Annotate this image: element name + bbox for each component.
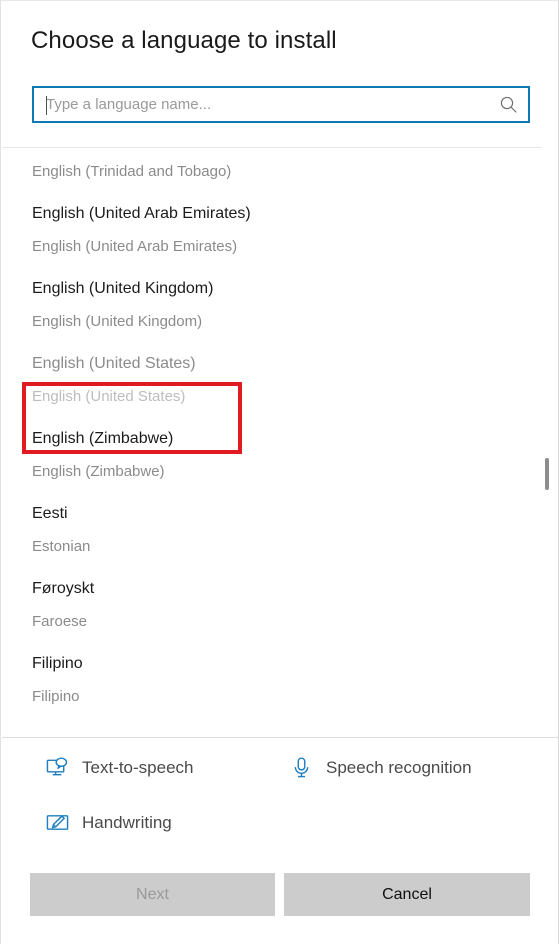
language-list-inner: English (Trinidad and Tobago) English (T…	[2, 148, 542, 722]
list-item-native-name: Føroyskt	[32, 580, 95, 597]
search-icon[interactable]	[499, 95, 519, 115]
list-item-english-name: English (Zimbabwe)	[32, 463, 165, 480]
list-item[interactable]: English (United Arab Emirates) English (…	[2, 197, 542, 272]
list-item[interactable]: Eesti Estonian	[2, 497, 542, 572]
list-item-english-name: Filipino	[32, 688, 80, 705]
list-item-native-name: English (Zimbabwe)	[32, 430, 174, 447]
list-item-english-name: Faroese	[32, 613, 88, 630]
list-item-native-name: Filipino	[32, 655, 83, 672]
language-list[interactable]: English (Trinidad and Tobago) English (T…	[2, 147, 542, 736]
list-item-native-name: English (United States)	[32, 355, 196, 372]
list-item-native-name: English (United Kingdom)	[32, 280, 214, 297]
feature-handwriting: Handwriting	[46, 811, 172, 834]
list-item-native-name: English (Trinidad and Tobago)	[32, 148, 542, 156]
list-item-english-name: English (Trinidad and Tobago)	[32, 163, 232, 180]
language-features-panel: Text-to-speech Speech recognition Handwr…	[2, 737, 558, 859]
text-caret	[46, 96, 47, 115]
cancel-button[interactable]: Cancel	[284, 873, 530, 916]
list-item-english-united-states: English (United States) English (United …	[2, 347, 542, 422]
feature-label: Speech recognition	[326, 757, 472, 777]
feature-speech-recognition: Speech recognition	[290, 756, 472, 779]
list-item-english-name: English (United Arab Emirates)	[32, 238, 238, 255]
feature-label: Handwriting	[82, 812, 172, 832]
list-item-english-name: Estonian	[32, 538, 91, 555]
next-button[interactable]: Next	[30, 873, 275, 916]
page-title: Choose a language to install	[31, 27, 337, 54]
list-scrollbar-track[interactable]	[545, 148, 554, 736]
choose-language-dialog: Choose a language to install English (Tr…	[0, 0, 559, 944]
feature-text-to-speech: Text-to-speech	[46, 756, 194, 779]
list-item[interactable]: English (Zimbabwe) English (Zimbabwe)	[2, 422, 542, 497]
list-scrollbar-thumb[interactable]	[545, 458, 549, 490]
handwriting-pen-icon	[46, 815, 69, 830]
list-item[interactable]: English (Trinidad and Tobago) English (T…	[2, 148, 542, 197]
list-item[interactable]: Filipino Filipino	[2, 647, 542, 722]
list-item-english-name: English (United States)	[32, 388, 186, 405]
feature-label: Text-to-speech	[82, 757, 194, 777]
list-item[interactable]: Føroyskt Faroese	[2, 572, 542, 647]
dialog-button-bar: Next Cancel	[1, 873, 558, 944]
list-item-native-name: Eesti	[32, 505, 68, 522]
list-item-english-name: English (United Kingdom)	[32, 313, 203, 330]
text-to-speech-icon	[46, 757, 68, 776]
microphone-icon	[294, 757, 309, 778]
search-input[interactable]	[34, 88, 489, 121]
list-item[interactable]: English (United Kingdom) English (United…	[2, 272, 542, 347]
list-item-native-name: English (United Arab Emirates)	[32, 205, 251, 222]
search-box[interactable]	[32, 86, 530, 123]
